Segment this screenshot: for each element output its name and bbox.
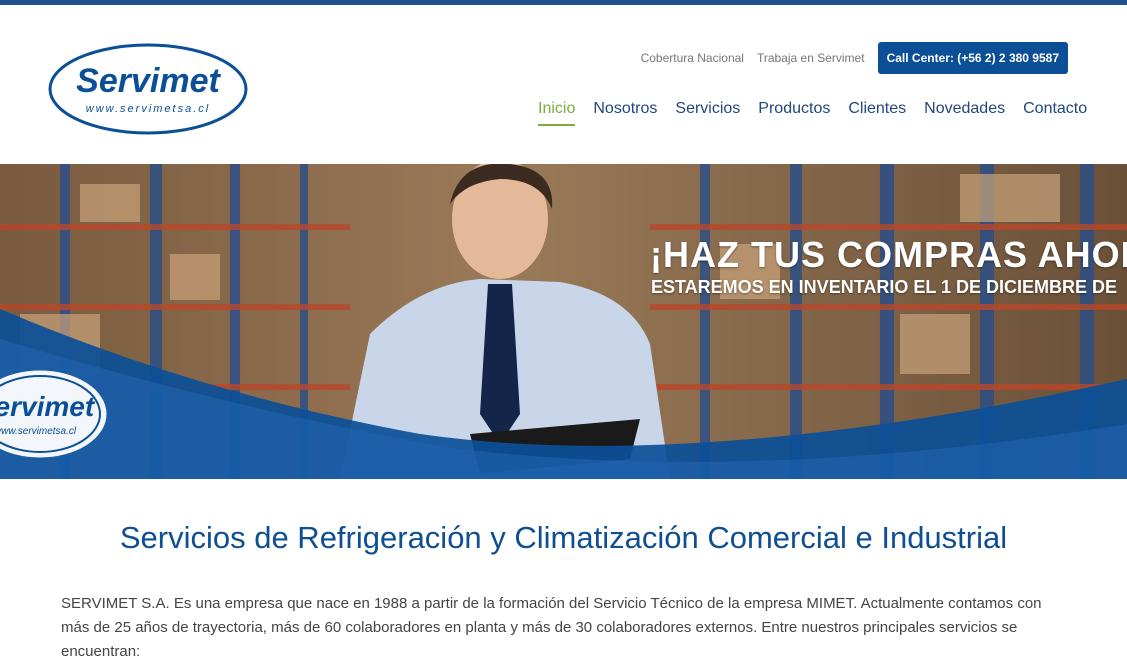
- hero-image: Servimet www.servimetsa.cl: [0, 164, 1127, 479]
- nav-item-clientes[interactable]: Clientes: [848, 100, 906, 126]
- call-center-button[interactable]: Call Center: (+56 2) 2 380 9587: [877, 42, 1068, 74]
- hero-headline: ¡HAZ TUS COMPRAS AHORA: [650, 234, 1127, 275]
- site-header: Servimet www.servimetsa.cl Cobertura Nac…: [0, 5, 1127, 164]
- nav-item-nosotros[interactable]: Nosotros: [593, 100, 657, 126]
- main-nav: Inicio Nosotros Servicios Productos Clie…: [538, 100, 1105, 126]
- logo-wordmark: Servimet: [76, 62, 221, 100]
- utility-links: Cobertura Nacional Trabaja en Servimet C…: [641, 42, 1068, 74]
- nav-item-inicio[interactable]: Inicio: [538, 100, 576, 126]
- nav-item-contacto[interactable]: Contacto: [1023, 100, 1087, 126]
- nav-item-productos[interactable]: Productos: [758, 100, 830, 126]
- nav-item-novedades[interactable]: Novedades: [924, 100, 1005, 126]
- coverage-link[interactable]: Cobertura Nacional: [641, 51, 744, 65]
- hero-subline: ESTAREMOS EN INVENTARIO EL 1 DE DICIEMBR…: [651, 277, 1118, 297]
- logo-url: www.servimetsa.cl: [86, 103, 210, 115]
- page-title: Servicios de Refrigeración y Climatizaci…: [119, 520, 1008, 555]
- hero-badge-url: www.servimetsa.cl: [0, 426, 77, 437]
- site-logo[interactable]: Servimet www.servimetsa.cl: [47, 42, 250, 137]
- hero-badge-wordmark: Servimet: [0, 391, 96, 422]
- intro-paragraph: SERVIMET S.A. Es una empresa que nace en…: [61, 595, 1042, 660]
- nav-item-servicios[interactable]: Servicios: [675, 100, 740, 126]
- hero-banner[interactable]: Servimet www.servimetsa.cl ¡HAZ TUS COMP…: [0, 164, 1127, 479]
- jobs-link[interactable]: Trabaja en Servimet: [757, 51, 865, 65]
